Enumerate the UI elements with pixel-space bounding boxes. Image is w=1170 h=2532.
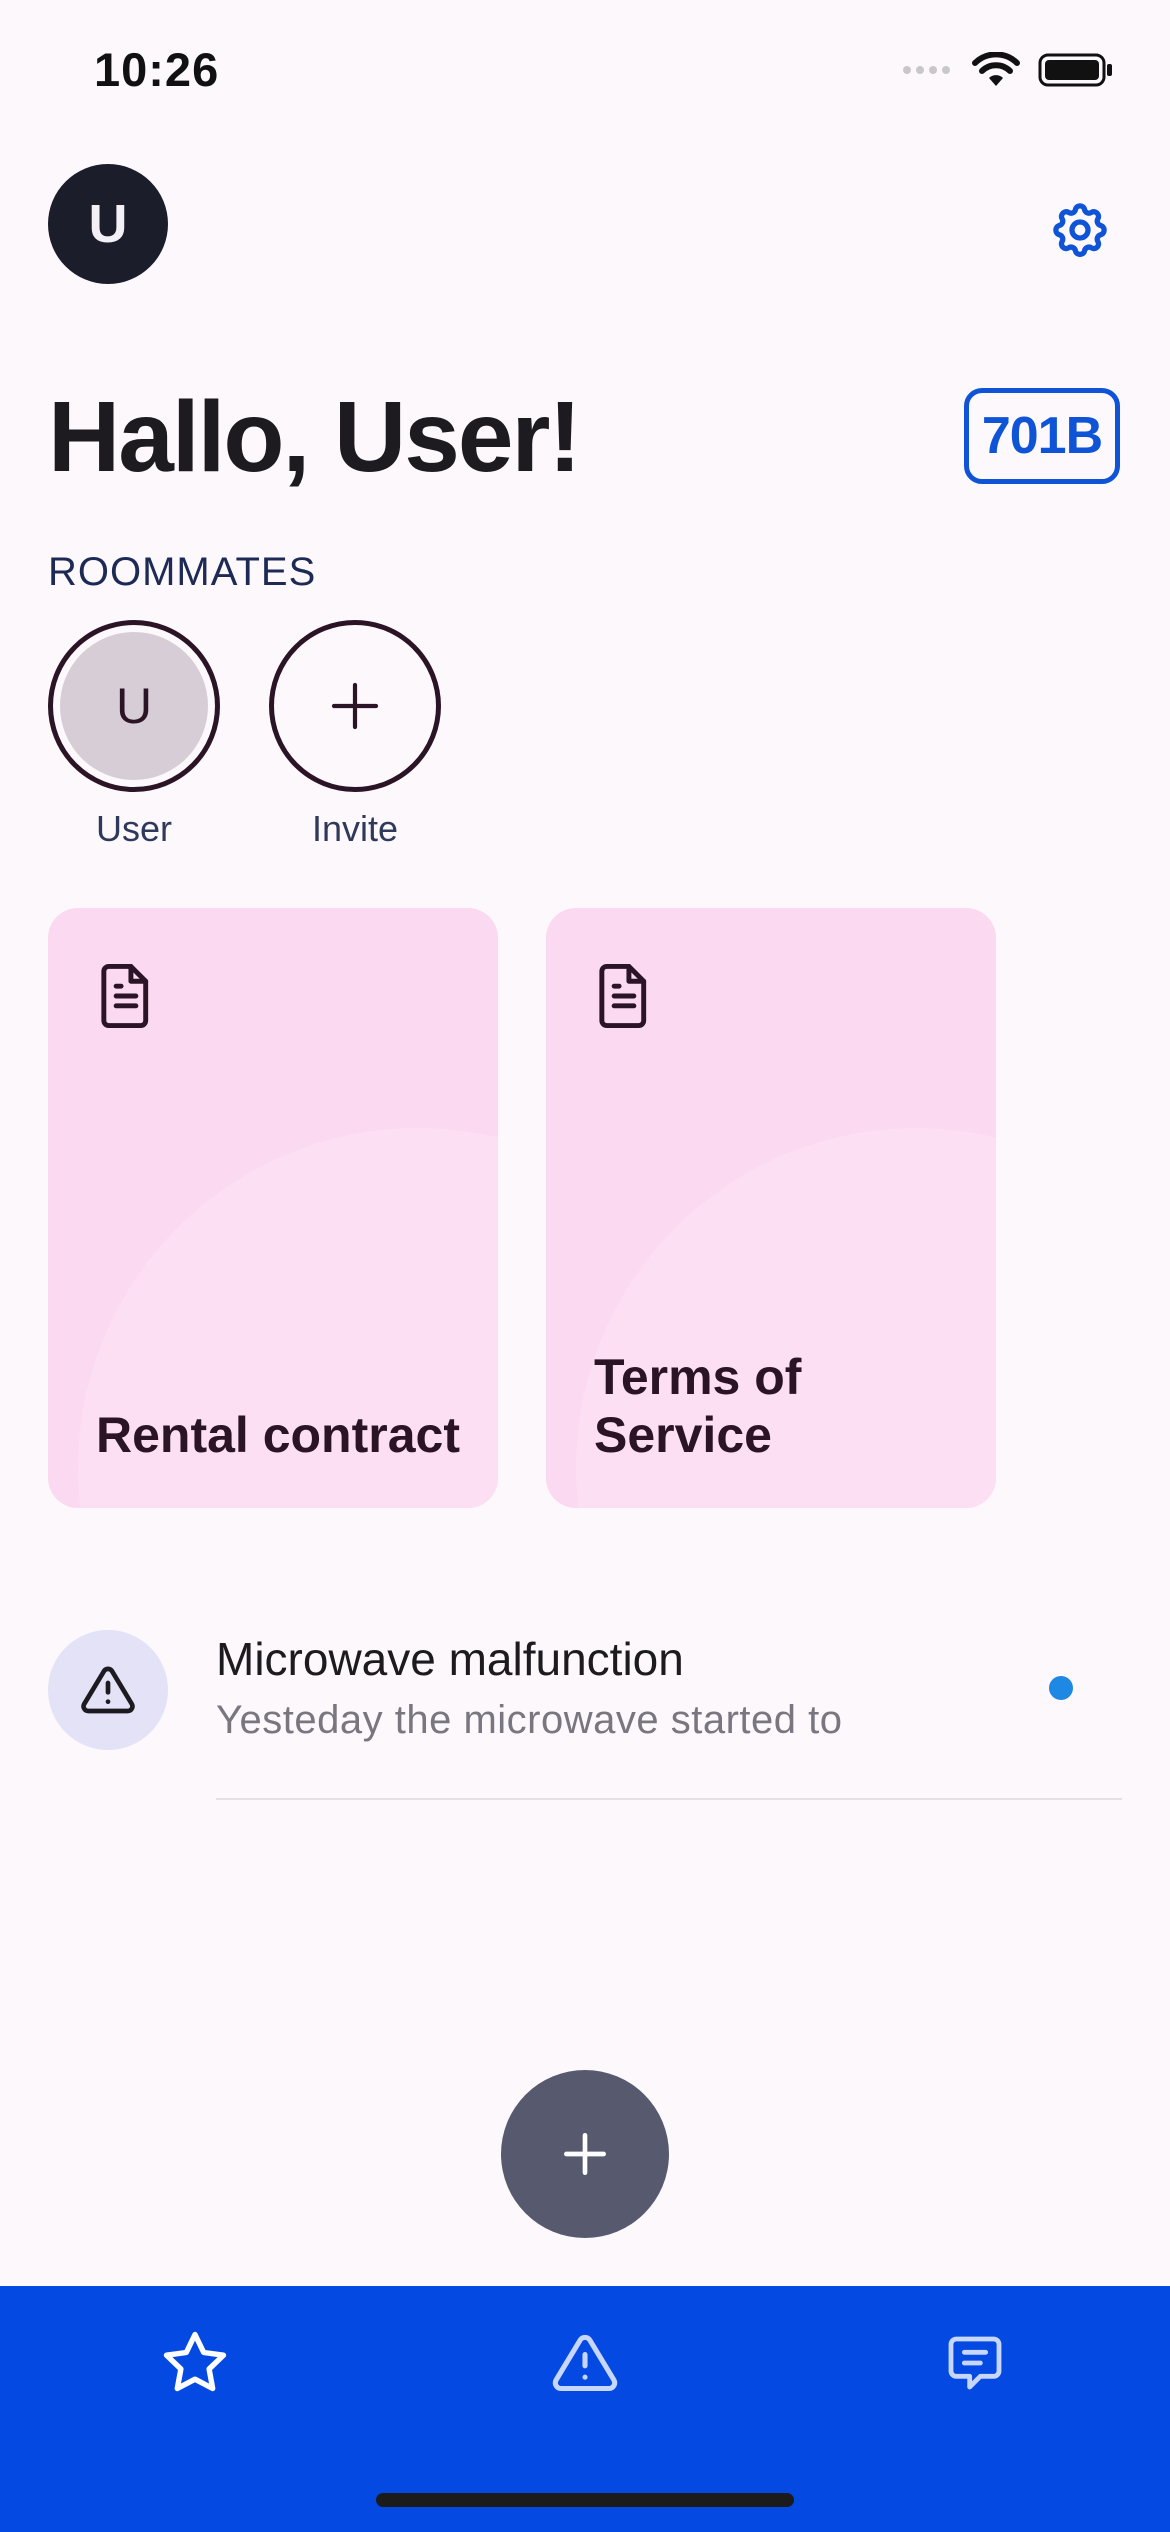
add-button[interactable]: [501, 2070, 669, 2238]
wifi-icon: [972, 52, 1020, 86]
roommate-user[interactable]: U User: [48, 620, 220, 850]
issue-preview: Yesteday the microwave started to: [216, 1698, 843, 1742]
star-icon: [163, 2331, 227, 2392]
invite-circle: [269, 620, 441, 792]
status-time: 10:26: [94, 43, 220, 96]
document-card-terms-of-service[interactable]: Terms of Service: [546, 908, 996, 1508]
roommate-avatar: U: [48, 620, 220, 792]
list-divider: [216, 1798, 1122, 1800]
roommate-name: User: [95, 808, 172, 849]
warning-icon: [81, 1666, 135, 1714]
issue-icon-container[interactable]: [48, 1630, 168, 1750]
cellular-signal-icon: [903, 66, 950, 74]
document-title: Rental contract: [96, 1406, 460, 1463]
document-icon: [101, 964, 149, 1028]
document-title: Terms of Service: [594, 1349, 802, 1463]
room-code-badge[interactable]: 701B: [964, 388, 1120, 484]
invite-roommate-button[interactable]: Invite: [269, 620, 441, 850]
roommates-section-label: ROOMMATES: [48, 550, 317, 594]
status-icons: [902, 52, 1114, 88]
invite-label: Invite: [311, 808, 399, 849]
issue-title[interactable]: Microwave malfunction: [216, 1632, 684, 1686]
warning-icon: [552, 2334, 618, 2392]
battery-icon: [1038, 53, 1112, 87]
nav-tab-messages[interactable]: [915, 2318, 1035, 2408]
plus-icon: [331, 682, 379, 730]
chat-icon: [948, 2336, 1002, 2390]
profile-avatar[interactable]: U: [48, 164, 168, 284]
page-title: Hallo, User!: [48, 381, 582, 493]
document-card-rental-contract[interactable]: Rental contract: [48, 908, 498, 1508]
document-icon: [599, 964, 647, 1028]
settings-button[interactable]: [1048, 198, 1112, 262]
unread-indicator: [1049, 1676, 1073, 1700]
nav-tab-issues[interactable]: [525, 2318, 645, 2408]
home-indicator[interactable]: [376, 2493, 794, 2507]
gear-icon: [1053, 203, 1107, 258]
nav-tab-favorites[interactable]: [135, 2318, 255, 2408]
plus-icon: [564, 2133, 606, 2175]
